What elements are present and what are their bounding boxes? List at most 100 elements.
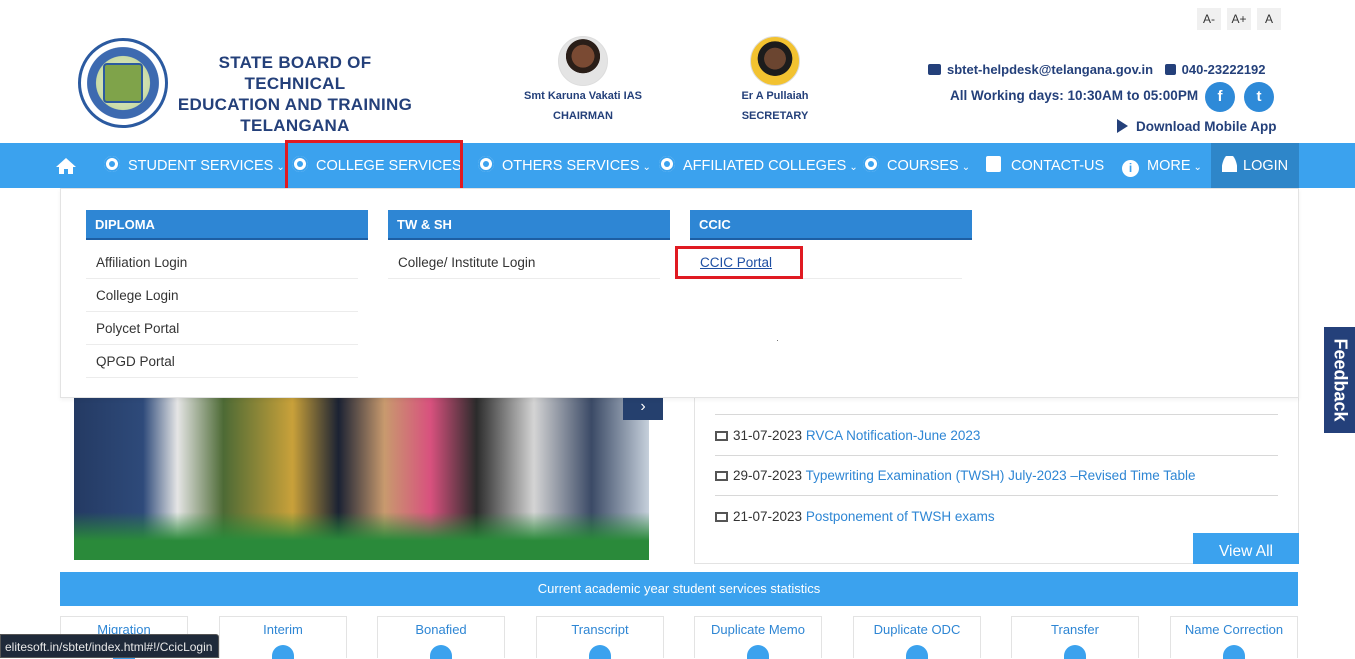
news-link[interactable]: Postponement of TWSH exams <box>806 509 995 524</box>
dropdown-heading-diploma: DIPLOMA <box>86 210 368 240</box>
news-date: 29-07-2023 <box>733 468 803 483</box>
twitter-icon[interactable]: t <box>1244 82 1274 112</box>
stat-icon <box>430 645 452 659</box>
font-decrease-button[interactable]: A- <box>1197 8 1221 30</box>
secretary-name: Er A Pullaiah <box>741 90 809 102</box>
newspaper-icon <box>715 471 728 481</box>
nav-courses[interactable]: COURSES ⌄ <box>863 143 970 188</box>
nav-student-services[interactable]: STUDENT SERVICES ⌄ <box>104 143 285 188</box>
helpdesk-phone: 040-23222192 <box>1181 62 1266 77</box>
nav-label: COURSES <box>887 158 959 174</box>
nav-others-services[interactable]: OTHERS SERVICES ⌄ <box>478 143 651 188</box>
user-icon <box>1222 156 1237 172</box>
banner-photo <box>74 398 649 560</box>
college-services-dropdown: DIPLOMA Affiliation Login College Login … <box>60 188 1299 398</box>
home-icon[interactable] <box>55 157 77 175</box>
nav-label: STUDENT SERVICES <box>128 158 274 174</box>
chairman-name: Smt Karuna Vakati IAS <box>524 90 642 102</box>
font-reset-button[interactable]: A <box>1257 8 1281 30</box>
college-login-link[interactable]: College Login <box>86 279 358 312</box>
font-size-controls: A- A+ A <box>1197 8 1281 30</box>
info-icon: i <box>1122 160 1139 177</box>
chairman-photo <box>558 36 608 86</box>
org-title: STATE BOARD OF TECHNICAL EDUCATION AND T… <box>170 52 420 136</box>
stat-card-bonafied[interactable]: Bonafied <box>377 616 505 659</box>
org-title-line2: EDUCATION AND TRAINING <box>177 95 413 114</box>
download-app-label: Download Mobile App <box>1136 119 1277 134</box>
stat-label: Name Correction <box>1184 622 1284 637</box>
stray-dot <box>777 340 778 341</box>
qpgd-portal-link[interactable]: QPGD Portal <box>86 345 358 378</box>
envelope-icon <box>928 64 941 75</box>
helpdesk-email[interactable]: sbtet-helpdesk@telangana.gov.in <box>947 62 1153 77</box>
nav-label: MORE <box>1147 158 1191 174</box>
stat-icon <box>589 645 611 659</box>
affiliation-login-link[interactable]: Affiliation Login <box>86 246 358 279</box>
stat-label: Duplicate Memo <box>711 622 805 637</box>
download-app-link[interactable]: Download Mobile App <box>1117 119 1276 134</box>
view-all-button[interactable]: View All <box>1193 533 1299 564</box>
play-icon <box>1117 119 1128 133</box>
chairman-profile: Smt Karuna Vakati IAS CHAIRMAN <box>520 36 646 122</box>
stat-card-name-correction[interactable]: Name Correction <box>1170 616 1298 659</box>
org-title-line3: TELANGANA <box>240 116 350 135</box>
stat-card-duplicate-odc[interactable]: Duplicate ODC <box>853 616 981 659</box>
stat-label: Transcript <box>571 622 629 637</box>
news-link[interactable]: Typewriting Examination (TWSH) July-2023… <box>806 468 1196 483</box>
stats-title: Current academic year student services s… <box>60 572 1298 606</box>
stat-icon <box>1064 645 1086 659</box>
newspaper-icon <box>715 431 728 441</box>
news-item: 21-07-2023 Postponement of TWSH exams <box>715 497 1278 537</box>
stat-label: Duplicate ODC <box>873 622 961 637</box>
news-link[interactable]: RVCA Notification-June 2023 <box>806 428 981 443</box>
contact-line: sbtet-helpdesk@telangana.gov.in 040-2322… <box>928 62 1266 77</box>
stat-card-transfer[interactable]: Transfer <box>1011 616 1139 659</box>
stat-card-interim[interactable]: Interim <box>219 616 347 659</box>
chevron-down-icon: ⌄ <box>849 162 858 173</box>
secretary-role: SECRETARY <box>741 110 809 122</box>
stat-icon <box>1223 645 1245 659</box>
sbtet-logo[interactable] <box>78 38 168 128</box>
working-days: All Working days: 10:30AM to 05:00PM <box>950 88 1199 103</box>
nav-label: OTHERS SERVICES <box>502 158 640 174</box>
site-header: STATE BOARD OF TECHNICAL EDUCATION AND T… <box>0 0 1355 143</box>
nav-label: AFFILIATED COLLEGES <box>683 158 847 174</box>
nav-label: CONTACT-US <box>1011 158 1105 174</box>
org-title-line1: STATE BOARD OF TECHNICAL <box>218 53 372 93</box>
polycet-portal-link[interactable]: Polycet Portal <box>86 312 358 345</box>
nav-affiliated-colleges[interactable]: AFFILIATED COLLEGES ⌄ <box>659 143 858 188</box>
status-bar-url: elitesoft.in/sbtet/index.html#!/CcicLogi… <box>0 634 220 658</box>
gear-icon <box>863 156 879 172</box>
news-date: 21-07-2023 <box>733 509 803 524</box>
feedback-tab[interactable]: Feedback <box>1324 327 1355 433</box>
gear-icon <box>659 156 675 172</box>
dropdown-heading-ccic: CCIC <box>690 210 972 240</box>
phone-icon <box>1164 64 1176 75</box>
nav-more[interactable]: i MORE ⌄ <box>1122 143 1202 188</box>
secretary-photo <box>750 36 800 86</box>
chevron-right-icon[interactable]: › <box>623 396 663 420</box>
chevron-down-icon: ⌄ <box>1193 162 1202 173</box>
nav-contact-us[interactable]: CONTACT-US <box>986 143 1104 188</box>
chevron-down-icon: ⌄ <box>642 162 651 173</box>
highlight-college-services <box>285 140 463 193</box>
gear-icon <box>104 156 120 172</box>
stat-icon <box>747 645 769 659</box>
chairman-role: CHAIRMAN <box>553 110 613 122</box>
secretary-profile: Er A Pullaiah SECRETARY <box>726 36 824 122</box>
chevron-down-icon: ⌄ <box>276 162 285 173</box>
nav-login[interactable]: LOGIN <box>1211 143 1299 188</box>
font-increase-button[interactable]: A+ <box>1227 8 1251 30</box>
stat-label: Bonafied <box>415 622 467 637</box>
news-item: 31-07-2023 RVCA Notification-June 2023 <box>715 416 1278 456</box>
facebook-icon[interactable]: f <box>1205 82 1235 112</box>
stat-icon <box>906 645 928 659</box>
feedback-label: Feedback <box>1330 338 1350 422</box>
highlight-ccic-portal <box>675 246 803 279</box>
institute-login-link[interactable]: College/ Institute Login <box>388 246 660 279</box>
stat-card-duplicate-memo[interactable]: Duplicate Memo <box>694 616 822 659</box>
stat-icon <box>272 645 294 659</box>
stat-card-transcript[interactable]: Transcript <box>536 616 664 659</box>
news-item: 29-07-2023 Typewriting Examination (TWSH… <box>715 456 1278 496</box>
stat-label: Transfer <box>1051 622 1099 637</box>
